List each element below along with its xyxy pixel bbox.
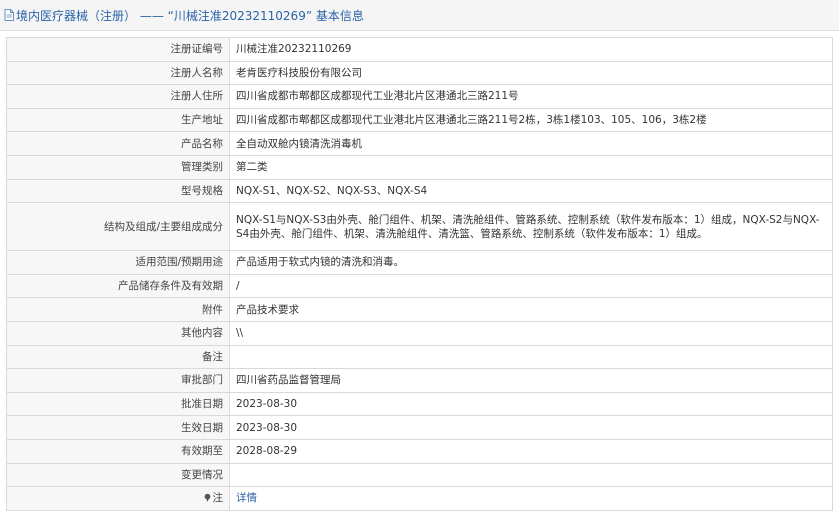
- field-value: 老肯医疗科技股份有限公司: [229, 60, 833, 86]
- field-label: 附件: [6, 297, 230, 322]
- table-row: 生效日期 2023-08-30: [6, 415, 833, 440]
- table-row: 产品名称 全自动双舱内镜清洗消毒机: [6, 131, 833, 156]
- info-table: 注册证编号 川械注准20232110269 注册人名称 老肯医疗科技股份有限公司…: [6, 37, 833, 511]
- field-label: 批准日期: [6, 391, 230, 417]
- table-row: 管理类别 第二类: [6, 154, 833, 180]
- field-value: NQX-S1、NQX-S2、NQX-S3、NQX-S4: [229, 178, 833, 204]
- field-value: 第二类: [229, 154, 833, 180]
- table-row: 附件 产品技术要求: [6, 297, 833, 322]
- field-label: 有效期至: [6, 438, 230, 464]
- field-label: 产品储存条件及有效期: [6, 273, 230, 299]
- field-label: 变更情况: [6, 462, 230, 488]
- field-value: 全自动双舱内镜清洗消毒机: [229, 131, 833, 156]
- note-row: 注 详情: [6, 486, 833, 511]
- pin-icon: [204, 494, 210, 503]
- field-label: 其他内容: [6, 320, 230, 346]
- table-row: 注册证编号 川械注准20232110269: [6, 37, 833, 62]
- table-row: 型号规格 NQX-S1、NQX-S2、NQX-S3、NQX-S4: [6, 178, 833, 204]
- table-row: 生产地址 四川省成都市郫都区成都现代工业港北片区港通北三路211号2栋，3栋1楼…: [6, 107, 833, 133]
- table-row: 注册人住所 四川省成都市郫都区成都现代工业港北片区港通北三路211号: [6, 84, 833, 109]
- field-value: 川械注准20232110269: [229, 37, 833, 62]
- field-value: 产品技术要求: [229, 297, 833, 322]
- field-value: /: [229, 273, 833, 299]
- table-row: 结构及组成/主要组成成分 NQX-S1与NQX-S3由外壳、舱门组件、机架、清洗…: [6, 202, 833, 252]
- field-label: 型号规格: [6, 178, 230, 204]
- field-value: 2028-08-29: [229, 438, 833, 464]
- field-label: 产品名称: [6, 131, 230, 156]
- field-label: 生产地址: [6, 107, 230, 133]
- page-title: 境内医疗器械（注册） —— “川械注准20232110269” 基本信息: [16, 8, 364, 23]
- field-value: \\: [229, 320, 833, 346]
- table-row: 适用范围/预期用途 产品适用于软式内镜的清洗和消毒。: [6, 250, 833, 275]
- field-value: 2023-08-30: [229, 391, 833, 417]
- field-label: 注册人名称: [6, 60, 230, 86]
- table-row: 审批部门 四川省药品监督管理局: [6, 368, 833, 393]
- field-value: 四川省药品监督管理局: [229, 368, 833, 393]
- field-label: 注册人住所: [6, 84, 230, 109]
- field-label: 管理类别: [6, 154, 230, 180]
- field-label: 适用范围/预期用途: [6, 250, 230, 275]
- field-label: 备注: [6, 344, 230, 370]
- field-value: [229, 462, 833, 488]
- table-row: 备注: [6, 344, 833, 370]
- detail-link[interactable]: 详情: [236, 492, 257, 504]
- note-value-cell: 详情: [229, 486, 833, 511]
- field-value: 2023-08-30: [229, 415, 833, 440]
- table-row: 批准日期 2023-08-30: [6, 391, 833, 417]
- field-value: 四川省成都市郫都区成都现代工业港北片区港通北三路211号: [229, 84, 833, 109]
- field-label: 注册证编号: [6, 37, 230, 62]
- field-value: 产品适用于软式内镜的清洗和消毒。: [229, 250, 833, 275]
- page-header: 境内医疗器械（注册） —— “川械注准20232110269” 基本信息: [0, 0, 839, 31]
- field-label: 结构及组成/主要组成成分: [6, 202, 230, 252]
- field-value: NQX-S1与NQX-S3由外壳、舱门组件、机架、清洗舱组件、管路系统、控制系统…: [229, 202, 833, 252]
- document-icon: [4, 9, 14, 21]
- field-value: 四川省成都市郫都区成都现代工业港北片区港通北三路211号2栋，3栋1楼103、1…: [229, 107, 833, 133]
- table-row: 变更情况: [6, 462, 833, 488]
- field-label: 审批部门: [6, 368, 230, 393]
- table-row: 有效期至 2028-08-29: [6, 438, 833, 464]
- field-label: 生效日期: [6, 415, 230, 440]
- field-value: [229, 344, 833, 370]
- table-row: 注册人名称 老肯医疗科技股份有限公司: [6, 60, 833, 86]
- table-row: 产品储存条件及有效期 /: [6, 273, 833, 299]
- table-row: 其他内容 \\: [6, 320, 833, 346]
- note-label: 注: [212, 492, 224, 505]
- note-label-cell: 注: [6, 486, 230, 511]
